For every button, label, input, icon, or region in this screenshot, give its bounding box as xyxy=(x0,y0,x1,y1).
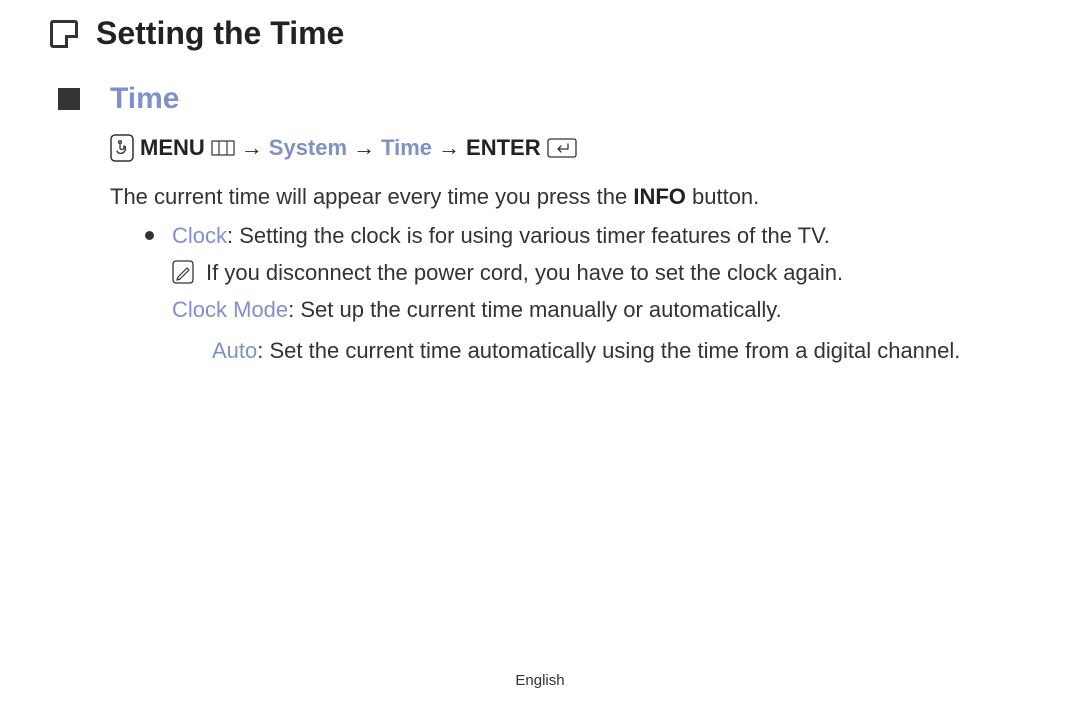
auto-text: Auto: Set the current time automatically… xyxy=(212,334,1030,367)
bullet-dot-icon xyxy=(145,231,154,240)
intro-text: The current time will appear every time … xyxy=(110,180,1030,213)
note-text: If you disconnect the power cord, you ha… xyxy=(206,256,843,289)
clock-text: Clock: Setting the clock is for using va… xyxy=(172,219,1030,252)
arrow-icon: → xyxy=(438,135,460,161)
clock-mode-text: Clock Mode: Set up the current time manu… xyxy=(172,293,1030,326)
footer-language: English xyxy=(0,672,1080,689)
nav-system-label: System xyxy=(269,135,347,161)
menu-grid-icon xyxy=(211,140,235,156)
page-bullet-icon xyxy=(50,20,78,48)
arrow-icon: → xyxy=(241,135,263,161)
list-item: Clock: Setting the clock is for using va… xyxy=(145,219,1030,367)
enter-icon xyxy=(547,138,577,158)
navigation-path: MENU → System → Time → ENTER xyxy=(110,134,1030,162)
nav-menu-label: MENU xyxy=(140,135,205,161)
touch-icon xyxy=(110,134,134,162)
nav-time-label: Time xyxy=(381,135,432,161)
nav-enter-label: ENTER xyxy=(466,135,541,161)
arrow-icon: → xyxy=(353,135,375,161)
note-pencil-icon xyxy=(172,260,194,284)
section-title: Time xyxy=(110,82,1030,116)
page-title: Setting the Time xyxy=(96,15,344,52)
section-bullet-icon xyxy=(58,88,80,110)
note-line: If you disconnect the power cord, you ha… xyxy=(172,256,1030,289)
